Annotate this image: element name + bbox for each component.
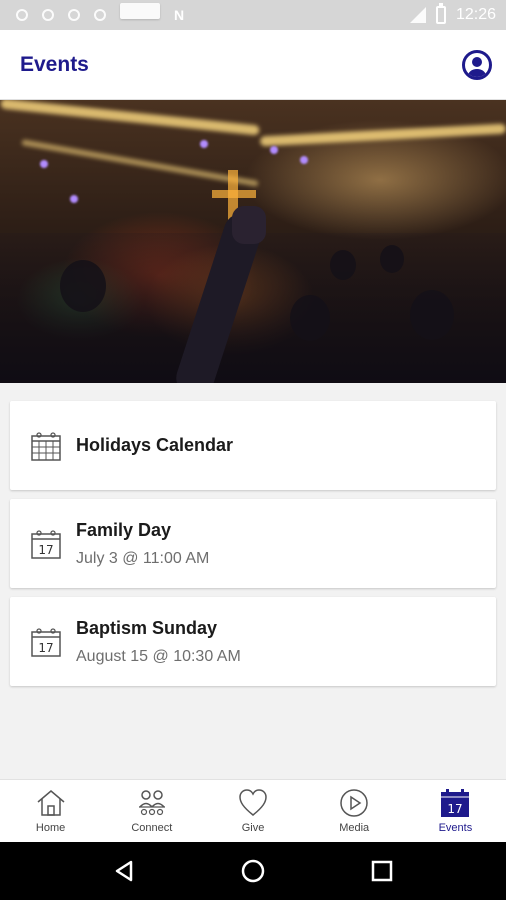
event-title: Family Day <box>76 519 172 540</box>
page-title: Events <box>20 52 89 76</box>
calendar-day-icon: 17 <box>31 529 61 559</box>
nav-item-media[interactable]: Media <box>304 780 405 842</box>
event-card-baptism-sunday[interactable]: 17 Baptism Sunday August 15 @ 10:30 AM <box>10 597 496 686</box>
notification-icon <box>16 9 28 21</box>
n-logo-icon: N <box>174 7 185 23</box>
system-navigation-bar <box>0 842 506 900</box>
status-notifications: N <box>16 2 190 28</box>
nav-item-home[interactable]: Home <box>0 780 101 842</box>
calendar-grid-icon <box>31 431 61 461</box>
status-bar: N 12:26 <box>0 0 506 30</box>
calendar-day-number: 17 <box>38 641 53 655</box>
nav-item-connect[interactable]: Connect <box>101 780 202 842</box>
calendar-day-number: 17 <box>38 543 53 557</box>
home-circle-icon[interactable] <box>233 851 273 891</box>
event-datetime: August 15 @ 10:30 AM <box>76 647 241 665</box>
hero-image <box>0 100 506 383</box>
calendar-icon: 17 <box>441 789 470 817</box>
sim-card-icon <box>120 2 160 19</box>
event-title: Baptism Sunday <box>76 617 218 638</box>
event-list: Holidays Calendar 17 Family Day July 3 @… <box>10 401 496 695</box>
home-icon <box>37 790 65 816</box>
account-circle-icon[interactable] <box>462 49 492 80</box>
nav-label: Home <box>35 822 66 834</box>
status-time: 12:26 <box>455 6 496 23</box>
people-icon <box>138 790 165 816</box>
event-card-holidays-calendar[interactable]: Holidays Calendar <box>10 401 496 490</box>
nav-label: Media <box>339 822 370 834</box>
bottom-navigation: Home Connect Give Media 17 Events <box>0 779 506 842</box>
notification-icon <box>42 9 54 21</box>
nav-label: Give <box>241 822 265 834</box>
heart-icon <box>239 789 267 816</box>
calendar-day-icon: 17 <box>31 627 61 657</box>
event-datetime: July 3 @ 11:00 AM <box>76 549 210 567</box>
notification-icon <box>94 9 106 21</box>
back-icon[interactable] <box>104 851 144 891</box>
signal-icon <box>409 7 426 23</box>
play-icon <box>340 789 368 817</box>
nav-label: Connect <box>131 822 173 834</box>
calendar-day-number: 17 <box>448 802 463 816</box>
notification-icon <box>68 9 80 21</box>
app-bar: Events <box>0 30 506 100</box>
nav-item-events[interactable]: 17 Events <box>405 780 506 842</box>
status-system: 12:26 <box>409 3 496 24</box>
event-card-family-day[interactable]: 17 Family Day July 3 @ 11:00 AM <box>10 499 496 588</box>
recents-icon[interactable] <box>362 851 402 891</box>
nav-label: Events <box>438 822 473 834</box>
nav-item-give[interactable]: Give <box>202 780 303 842</box>
battery-icon <box>435 3 446 24</box>
event-title: Holidays Calendar <box>76 435 234 455</box>
